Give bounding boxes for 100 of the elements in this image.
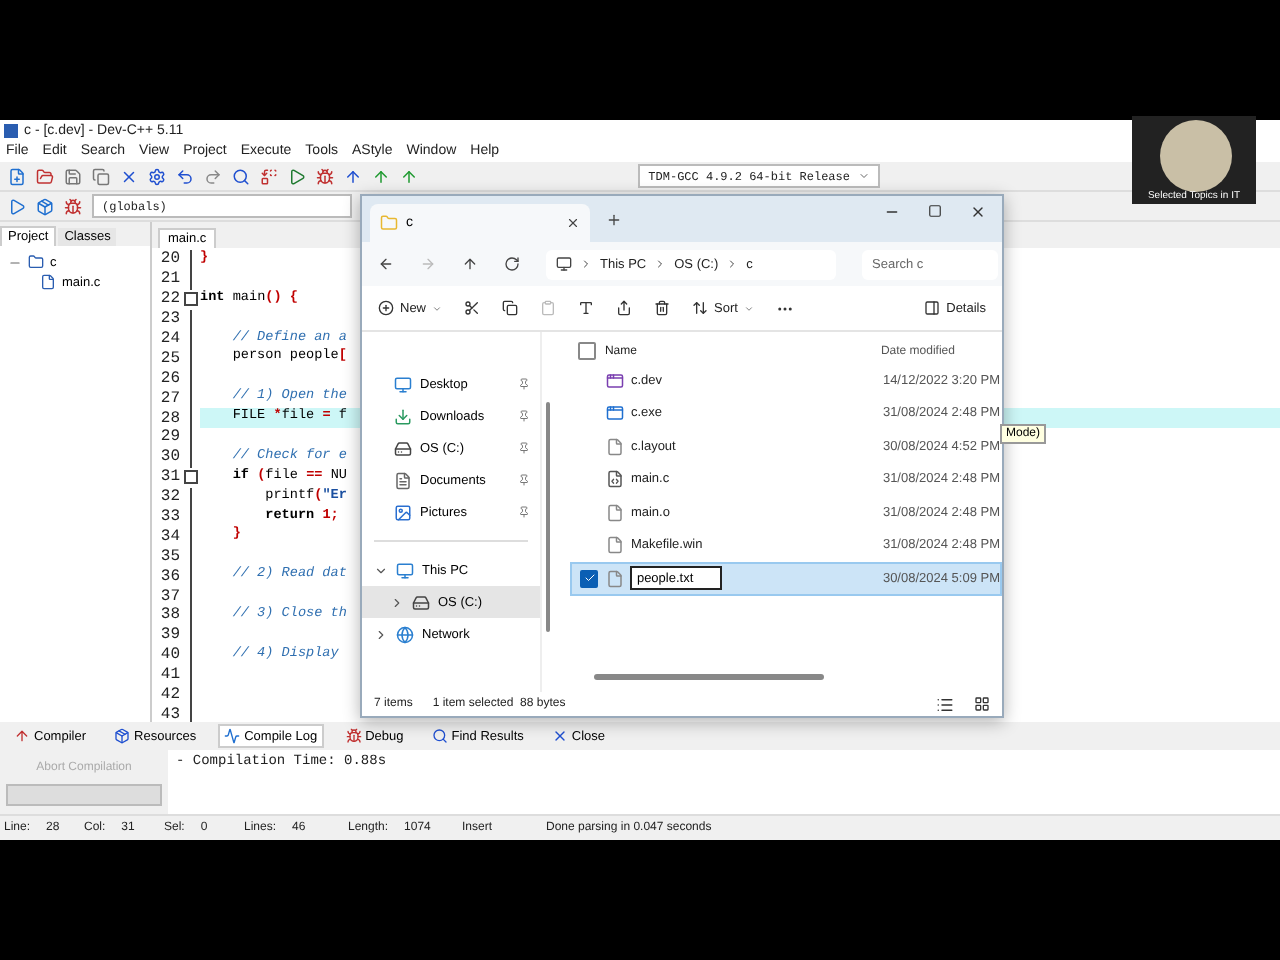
line-number: 42 (158, 686, 180, 705)
bug-icon[interactable] (316, 167, 334, 185)
trash-icon[interactable] (654, 300, 671, 316)
replace-icon[interactable] (260, 167, 278, 185)
search-icon (431, 728, 448, 744)
maximize-icon[interactable] (928, 204, 942, 218)
line-number: 29 (158, 428, 180, 447)
sort-icon (692, 300, 709, 316)
bug-icon (345, 728, 362, 744)
fold-marker-icon[interactable] (183, 292, 197, 307)
scrollbar[interactable] (594, 674, 825, 680)
app-file-icon (606, 371, 625, 390)
plus-circle-icon (378, 300, 394, 316)
play-icon[interactable] (288, 167, 306, 185)
photo-placeholder (1160, 120, 1232, 192)
chevron-right-icon[interactable] (390, 595, 404, 609)
arrow-up-icon[interactable] (372, 167, 390, 185)
share-icon[interactable] (616, 300, 633, 316)
chevron-right-icon (654, 258, 667, 270)
line-number: 21 (158, 270, 180, 289)
play-icon[interactable] (8, 197, 26, 215)
drive-icon (412, 593, 430, 611)
gear-icon[interactable] (148, 167, 166, 185)
list-view-icon[interactable] (936, 695, 954, 713)
copy-icon[interactable] (502, 300, 519, 316)
chevron-down-icon (858, 170, 870, 182)
grid-view-icon[interactable] (974, 696, 990, 712)
redo-icon[interactable] (204, 167, 222, 185)
project-icon (28, 254, 44, 270)
close-tab-icon[interactable] (566, 216, 580, 230)
file-icon (40, 274, 56, 290)
new-tab-icon[interactable] (606, 211, 622, 227)
pin-icon (517, 442, 530, 454)
line-number: 28 (158, 409, 180, 428)
cut-icon[interactable] (464, 300, 481, 316)
network-icon (396, 625, 414, 643)
scrollbar[interactable] (545, 402, 551, 632)
open-folder-icon[interactable] (36, 167, 54, 185)
computer-icon (556, 256, 572, 272)
arrow-up-icon[interactable] (344, 167, 362, 185)
line-number: 37 (158, 587, 180, 606)
line-number: 33 (158, 508, 180, 527)
folder-icon (380, 214, 398, 232)
document-icon (394, 471, 412, 489)
download-icon (394, 407, 412, 425)
close-icon[interactable] (970, 204, 986, 220)
pulse-icon (224, 728, 241, 744)
refresh-icon[interactable] (504, 256, 520, 272)
chevron-down-icon (743, 303, 754, 313)
line-number: 39 (158, 626, 180, 645)
close-icon[interactable] (120, 167, 138, 185)
close-icon (551, 728, 568, 744)
line-number: 40 (158, 646, 180, 665)
file-icon (606, 536, 625, 555)
package-icon[interactable] (36, 197, 54, 215)
line-number: 43 (158, 705, 180, 722)
line-number: 20 (158, 250, 180, 269)
pin-icon (517, 474, 530, 486)
file-icon (606, 569, 625, 588)
pin-icon (517, 410, 530, 422)
line-number: 24 (158, 330, 180, 348)
pin-icon (517, 506, 530, 518)
checkbox[interactable] (580, 569, 599, 588)
chevron-right-icon (580, 258, 592, 270)
app-window-icon (606, 404, 625, 423)
chevron-right-icon[interactable] (374, 627, 388, 641)
file-icon (606, 503, 625, 522)
line-number: 35 (158, 547, 180, 566)
clipboard-icon[interactable] (540, 300, 557, 316)
app-logo-icon (4, 123, 18, 137)
back-icon[interactable] (378, 256, 394, 272)
line-number: 30 (158, 448, 180, 467)
picture-icon (394, 503, 412, 521)
chevron-right-icon (726, 258, 739, 270)
fold-marker-icon[interactable] (183, 470, 197, 485)
pin-icon (517, 378, 530, 390)
line-number: 36 (158, 567, 180, 586)
file-icon (606, 437, 625, 456)
search-icon[interactable] (232, 167, 250, 185)
arrow-up-icon[interactable] (400, 167, 418, 185)
save-icon[interactable] (64, 167, 82, 185)
line-number: 32 (158, 488, 180, 507)
select-all-checkbox[interactable] (578, 342, 597, 360)
line-number: 26 (158, 369, 180, 388)
drive-icon (394, 439, 412, 457)
rename-icon[interactable] (578, 300, 595, 316)
line-number: 27 (158, 389, 180, 408)
line-number: 23 (158, 310, 180, 329)
up-icon[interactable] (462, 256, 478, 272)
bug-icon[interactable] (64, 197, 82, 215)
line-number: 22 (158, 290, 180, 309)
new-file-icon[interactable] (8, 167, 26, 185)
line-number: 41 (158, 666, 180, 685)
code-file-icon (606, 470, 625, 489)
undo-icon[interactable] (176, 167, 194, 185)
monitor-icon (394, 375, 412, 393)
line-number: 31 (158, 468, 180, 487)
line-number: 38 (158, 606, 180, 625)
chevron-down-icon[interactable] (374, 563, 388, 577)
package-icon (114, 728, 131, 744)
